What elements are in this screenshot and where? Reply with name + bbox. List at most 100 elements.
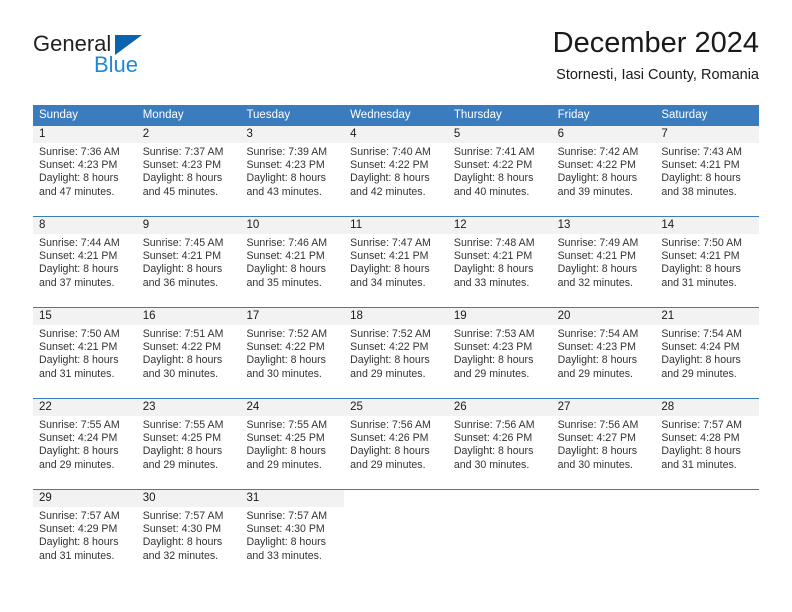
daylight-text-line1: Daylight: 8 hours (557, 445, 638, 458)
week-gap (33, 475, 759, 489)
day-cell[interactable]: 16 Sunrise: 7:51 AM Sunset: 4:22 PM Dayligh… (136, 308, 241, 384)
day-number: 16 (142, 310, 156, 322)
day-number: 24 (246, 401, 260, 413)
daylight-text-line1: Daylight: 8 hours (39, 172, 119, 185)
day-number: 30 (142, 492, 156, 504)
daylight-text-line2: and 29 minutes. (453, 367, 530, 380)
day-number: 7 (661, 128, 668, 140)
weekday-header-sunday: Sunday (39, 109, 79, 121)
daylight-text-line2: and 39 minutes. (557, 185, 633, 198)
day-cell[interactable]: 13 Sunrise: 7:49 AM Sunset: 4:21 PM Dayligh… (551, 217, 656, 293)
day-cell[interactable]: 23 Sunrise: 7:55 AM Sunset: 4:25 PM Dayligh… (136, 399, 241, 475)
daylight-text-line1: Daylight: 8 hours (453, 172, 534, 185)
logo-text-blue: Blue (94, 52, 139, 77)
day-cell[interactable]: 31 Sunrise: 7:57 AM Sunset: 4:30 PM Dayligh… (240, 490, 345, 566)
day-cell[interactable]: 8 Sunrise: 7:44 AM Sunset: 4:21 PM Daylight… (33, 217, 137, 293)
day-cell[interactable]: 9 Sunrise: 7:45 AM Sunset: 4:21 PM Daylight… (136, 217, 241, 293)
day-number: 5 (453, 128, 461, 140)
daylight-text-line1: Daylight: 8 hours (557, 263, 638, 276)
daylight-text-line1: Daylight: 8 hours (661, 445, 741, 458)
sunset-text: Sunset: 4:23 PM (39, 159, 118, 172)
daylight-text-line1: Daylight: 8 hours (453, 445, 534, 458)
sunset-text: Sunset: 4:24 PM (661, 341, 740, 354)
day-number: 28 (661, 401, 675, 413)
daylight-text-line2: and 42 minutes. (350, 185, 426, 198)
day-cell[interactable]: 19 Sunrise: 7:53 AM Sunset: 4:23 PM Dayligh… (447, 308, 552, 384)
sunrise-text: Sunrise: 7:42 AM (557, 146, 639, 158)
day-cell[interactable]: 3 Sunrise: 7:39 AM Sunset: 4:23 PM Daylight… (240, 126, 345, 202)
daylight-text-line2: and 29 minutes. (350, 367, 426, 380)
daylight-text-line1: Daylight: 8 hours (661, 263, 741, 276)
day-cell[interactable]: 22 Sunrise: 7:55 AM Sunset: 4:24 PM Dayligh… (33, 399, 137, 475)
weekday-header-saturday: Saturday (661, 109, 708, 121)
day-cell[interactable]: 21 Sunrise: 7:54 AM Sunset: 4:24 PM Dayligh… (655, 308, 760, 384)
daylight-text-line1: Daylight: 8 hours (350, 445, 430, 458)
day-number: 25 (350, 401, 363, 413)
page-title: December 2024 (552, 27, 759, 59)
daylight-text-line1: Daylight: 8 hours (661, 172, 741, 185)
day-cell[interactable]: 12 Sunrise: 7:48 AM Sunset: 4:21 PM Dayligh… (447, 217, 552, 293)
daylight-text-line1: Daylight: 8 hours (142, 172, 223, 185)
day-cell[interactable]: 29 Sunrise: 7:57 AM Sunset: 4:29 PM Dayligh… (33, 490, 137, 566)
day-cell[interactable]: 15 Sunrise: 7:50 AM Sunset: 4:21 PM Dayligh… (33, 308, 137, 384)
week-gap (33, 202, 759, 216)
day-cell[interactable]: 18 Sunrise: 7:52 AM Sunset: 4:22 PM Dayligh… (344, 308, 448, 384)
day-cell[interactable]: 24 Sunrise: 7:55 AM Sunset: 4:25 PM Dayligh… (240, 399, 345, 475)
sunrise-text: Sunrise: 7:39 AM (246, 146, 328, 158)
day-cell[interactable]: 1 Sunrise: 7:36 AM Sunset: 4:23 PM Daylight… (33, 126, 137, 202)
day-number: 17 (246, 310, 260, 322)
day-cell[interactable]: 14 Sunrise: 7:50 AM Sunset: 4:21 PM Dayligh… (655, 217, 760, 293)
day-cell[interactable]: 20 Sunrise: 7:54 AM Sunset: 4:23 PM Dayligh… (551, 308, 656, 384)
sunset-text: Sunset: 4:30 PM (142, 523, 222, 536)
sunset-text: Sunset: 4:22 PM (453, 159, 533, 172)
week-row: 29 Sunrise: 7:57 AM Sunset: 4:29 PM Dayligh… (33, 489, 760, 566)
sunset-text: Sunset: 4:21 PM (453, 250, 533, 263)
day-cell[interactable]: 5 Sunrise: 7:41 AM Sunset: 4:22 PM Daylight… (447, 126, 552, 202)
daylight-text-line2: and 31 minutes. (39, 367, 115, 380)
day-number: 31 (246, 492, 260, 504)
daylight-text-line1: Daylight: 8 hours (557, 354, 638, 367)
day-cell[interactable]: 25 Sunrise: 7:56 AM Sunset: 4:26 PM Dayligh… (344, 399, 448, 475)
sunset-text: Sunset: 4:21 PM (246, 250, 325, 263)
day-number: 21 (661, 310, 675, 322)
daylight-text-line2: and 29 minutes. (246, 458, 322, 471)
day-number: 29 (39, 492, 52, 504)
sunset-text: Sunset: 4:26 PM (350, 432, 429, 445)
daylight-text-line1: Daylight: 8 hours (350, 354, 430, 367)
general-blue-logo[interactable]: General Blue (33, 32, 233, 92)
day-number: 18 (350, 310, 363, 322)
day-number: 26 (453, 401, 467, 413)
daylight-text-line2: and 43 minutes. (246, 185, 322, 198)
sunrise-text: Sunrise: 7:54 AM (557, 328, 639, 340)
day-cell[interactable]: 7 Sunrise: 7:43 AM Sunset: 4:21 PM Daylight… (655, 126, 760, 202)
logo-triangle-icon (115, 35, 142, 55)
daylight-text-line2: and 31 minutes. (39, 549, 115, 562)
daylight-text-line2: and 33 minutes. (246, 549, 322, 562)
week-row: 1 Sunrise: 7:36 AM Sunset: 4:23 PM Daylight… (33, 125, 760, 202)
daylight-text-line1: Daylight: 8 hours (453, 263, 534, 276)
day-number: 15 (39, 310, 52, 322)
day-cell[interactable]: 10 Sunrise: 7:46 AM Sunset: 4:21 PM Dayligh… (240, 217, 345, 293)
day-cell[interactable]: 6 Sunrise: 7:42 AM Sunset: 4:22 PM Daylight… (551, 126, 656, 202)
sunset-text: Sunset: 4:29 PM (39, 523, 118, 536)
day-cell[interactable]: 27 Sunrise: 7:56 AM Sunset: 4:27 PM Dayligh… (551, 399, 656, 475)
daylight-text-line1: Daylight: 8 hours (142, 445, 223, 458)
week-row: 8 Sunrise: 7:44 AM Sunset: 4:21 PM Daylight… (33, 216, 760, 293)
day-cell[interactable]: 28 Sunrise: 7:57 AM Sunset: 4:28 PM Dayligh… (655, 399, 760, 475)
sunset-text: Sunset: 4:22 PM (142, 341, 222, 354)
daylight-text-line2: and 31 minutes. (661, 458, 737, 471)
sunrise-text: Sunrise: 7:51 AM (142, 328, 224, 340)
day-number: 2 (142, 128, 150, 140)
day-cell[interactable]: 11 Sunrise: 7:47 AM Sunset: 4:21 PM Dayligh… (344, 217, 448, 293)
daylight-text-line2: and 40 minutes. (453, 185, 530, 198)
calendar-grid: Sunday Monday Tuesday Wednesday Thursday… (33, 105, 760, 566)
day-cell[interactable]: 2 Sunrise: 7:37 AM Sunset: 4:23 PM Daylight… (136, 126, 241, 202)
sunrise-text: Sunrise: 7:50 AM (661, 237, 742, 249)
daylight-text-line2: and 45 minutes. (142, 185, 219, 198)
day-cell[interactable]: 4 Sunrise: 7:40 AM Sunset: 4:22 PM Daylight… (344, 126, 448, 202)
sunrise-text: Sunrise: 7:43 AM (661, 146, 742, 158)
day-cell[interactable]: 30 Sunrise: 7:57 AM Sunset: 4:30 PM Dayligh… (136, 490, 241, 566)
day-cell[interactable]: 26 Sunrise: 7:56 AM Sunset: 4:26 PM Dayligh… (447, 399, 552, 475)
daylight-text-line2: and 29 minutes. (350, 458, 426, 471)
day-cell[interactable]: 17 Sunrise: 7:52 AM Sunset: 4:22 PM Dayligh… (240, 308, 345, 384)
